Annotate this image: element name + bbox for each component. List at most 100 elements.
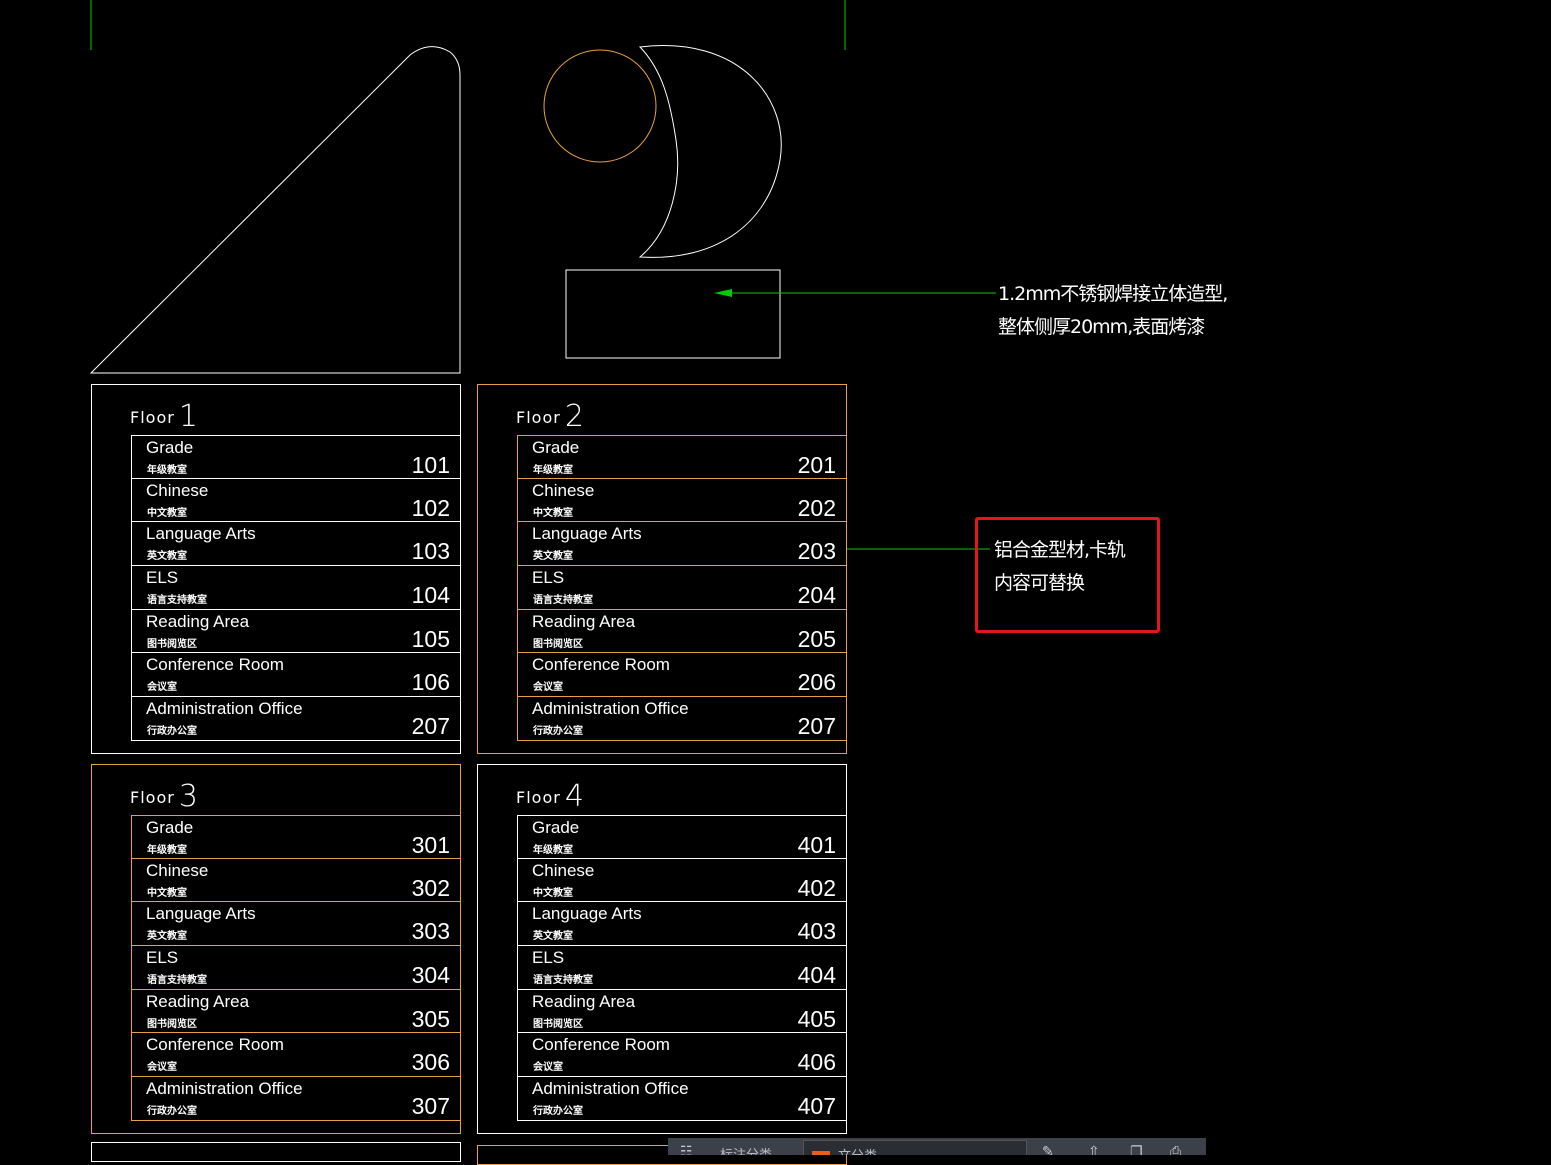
room-name-cn: 图书阅览区 — [533, 638, 583, 650]
room-name-en: Grade — [532, 438, 580, 457]
floor-panel-4: Floor 4 Grade 年级教室 401 Chinese 中文教室 402 Language… — [477, 764, 847, 1134]
room-name-cn: 行政办公室 — [147, 726, 197, 738]
print-icon[interactable]: ⎙ — [1170, 1144, 1192, 1155]
room-name-cn: 语言支持教室 — [147, 975, 207, 987]
room-row: Chinese 中文教室 202 — [517, 478, 847, 523]
aluminum-annotation-line: 铝合金型材,卡轨 — [994, 539, 1126, 561]
room-row: ELS 语言支持教室 204 — [517, 566, 847, 610]
room-name-cn: 图书阅览区 — [147, 638, 197, 650]
room-row: Reading Area 图书阅览区 105 — [131, 609, 461, 654]
room-number: 201 — [797, 452, 836, 478]
floor-title: Floor 4 — [516, 779, 585, 814]
floor-title-prefix: Floor — [130, 408, 175, 427]
room-name-cn: 中文教室 — [533, 507, 573, 519]
crescent-sign-shape — [638, 45, 782, 258]
toolbar-tab[interactable]: 文分类 — [803, 1140, 1027, 1155]
room-number: 105 — [411, 625, 450, 652]
room-name-cn: 年级教室 — [147, 845, 187, 856]
room-row: Conference Room 会议室 306 — [131, 1033, 461, 1078]
room-row: ELS 语言支持教室 404 — [517, 946, 847, 990]
room-row: Grade 年级教室 101 — [131, 435, 461, 479]
room-name-en: Grade — [146, 438, 194, 457]
room-row: Administration Office 行政办公室 307 — [131, 1077, 461, 1121]
room-number: 104 — [411, 582, 450, 609]
room-row: Language Arts 英文教室 303 — [131, 902, 461, 947]
room-number: 303 — [411, 918, 450, 945]
room-name-en: ELS — [146, 568, 179, 588]
toolbar-tab-label: 文分类 — [838, 1145, 877, 1155]
floor-title-number: 3 — [178, 779, 199, 814]
room-row: Grade 年级教室 301 — [131, 815, 461, 859]
draw-icon[interactable]: ✎ — [1042, 1144, 1064, 1155]
room-row: Chinese 中文教室 402 — [517, 858, 847, 903]
room-name-cn: 会议室 — [147, 1062, 177, 1074]
copy-icon[interactable]: ❐ — [1130, 1144, 1152, 1155]
room-row: Reading Area 图书阅览区 405 — [517, 989, 847, 1034]
room-name-cn: 语言支持教室 — [147, 595, 207, 607]
room-name-cn: 中文教室 — [533, 887, 573, 899]
room-name-cn: 语言支持教室 — [533, 975, 593, 987]
room-number: 202 — [797, 494, 836, 521]
room-number: 206 — [797, 669, 836, 696]
room-name-en: Conference Room — [146, 1035, 284, 1055]
room-number: 203 — [797, 538, 836, 565]
room-name-en: Language Arts — [146, 524, 256, 544]
room-list: Grade 年级教室 201 Chinese 中文教室 202 Language Arts 英… — [517, 435, 847, 741]
room-name-cn: 年级教室 — [147, 465, 187, 476]
room-number: 305 — [411, 1005, 450, 1032]
room-name-en: Conference Room — [532, 1035, 670, 1055]
floor-title-number: 1 — [178, 399, 199, 434]
floor-title-prefix: Floor — [516, 788, 561, 807]
room-name-en: Reading Area — [532, 991, 636, 1011]
room-number: 103 — [411, 538, 450, 565]
room-name-en: Conference Room — [146, 655, 284, 675]
room-name-cn: 行政办公室 — [533, 1106, 583, 1118]
room-name-cn: 英文教室 — [533, 931, 573, 943]
room-number: 307 — [411, 1093, 450, 1120]
floor-title-prefix: Floor — [130, 788, 175, 807]
room-row: Reading Area 图书阅览区 205 — [517, 609, 847, 654]
room-row: Language Arts 英文教室 203 — [517, 522, 847, 567]
room-name-cn: 会议室 — [533, 1062, 563, 1074]
room-number: 302 — [411, 874, 450, 901]
room-name-en: Administration Office — [146, 699, 303, 719]
room-name-en: Administration Office — [532, 1079, 689, 1099]
aluminum-annotation: 铝合金型材,卡轨 内容可替换 — [994, 534, 1126, 600]
toolbar-left-label[interactable]: 标注分类 — [720, 1144, 772, 1155]
room-row: Reading Area 图书阅览区 305 — [131, 989, 461, 1034]
room-number: 101 — [411, 452, 450, 478]
list-icon[interactable]: ☷ — [680, 1144, 702, 1155]
bottom-toolbar: ☷ 标注分类 文分类 ✎ ⇧ ❐ ⎙ — [668, 1138, 1206, 1155]
upload-icon[interactable]: ⇧ — [1088, 1144, 1110, 1155]
room-row: Conference Room 会议室 206 — [517, 653, 847, 698]
room-row: Language Arts 英文教室 403 — [517, 902, 847, 947]
room-row: ELS 语言支持教室 304 — [131, 946, 461, 990]
room-number: 102 — [411, 494, 450, 521]
room-name-cn: 英文教室 — [533, 551, 573, 563]
room-number: 205 — [797, 625, 836, 652]
room-name-cn: 中文教室 — [147, 507, 187, 519]
room-row: Grade 年级教室 401 — [517, 815, 847, 859]
room-name-cn: 行政办公室 — [533, 726, 583, 738]
room-name-cn: 英文教室 — [147, 931, 187, 943]
room-name-en: Reading Area — [146, 991, 250, 1011]
room-row: Administration Office 行政办公室 407 — [517, 1077, 847, 1121]
room-name-en: Chinese — [146, 860, 209, 880]
room-number: 401 — [797, 832, 836, 858]
room-name-cn: 英文教室 — [147, 551, 187, 563]
room-row: Grade 年级教室 201 — [517, 435, 847, 479]
steel-annotation: 1.2mm不锈钢焊接立体造型, 整体侧厚20mm,表面烤漆 — [998, 278, 1228, 344]
room-name-cn: 行政办公室 — [147, 1106, 197, 1118]
room-name-en: Grade — [532, 818, 580, 837]
room-number: 406 — [797, 1049, 836, 1076]
floor-title-number: 2 — [564, 399, 585, 434]
leader-arrow-steel — [714, 289, 732, 297]
floor-panel-1: Floor 1 Grade 年级教室 101 Chinese 中文教室 102 Language… — [91, 384, 461, 754]
room-name-cn: 会议室 — [533, 682, 563, 694]
room-number: 304 — [411, 962, 450, 989]
room-row: Conference Room 会议室 406 — [517, 1033, 847, 1078]
floor-title-prefix: Floor — [516, 408, 561, 427]
room-name-en: ELS — [532, 948, 565, 968]
aluminum-annotation-line: 内容可替换 — [994, 572, 1085, 594]
floor-panel-3: Floor 3 Grade 年级教室 301 Chinese 中文教室 302 Language… — [91, 764, 461, 1134]
